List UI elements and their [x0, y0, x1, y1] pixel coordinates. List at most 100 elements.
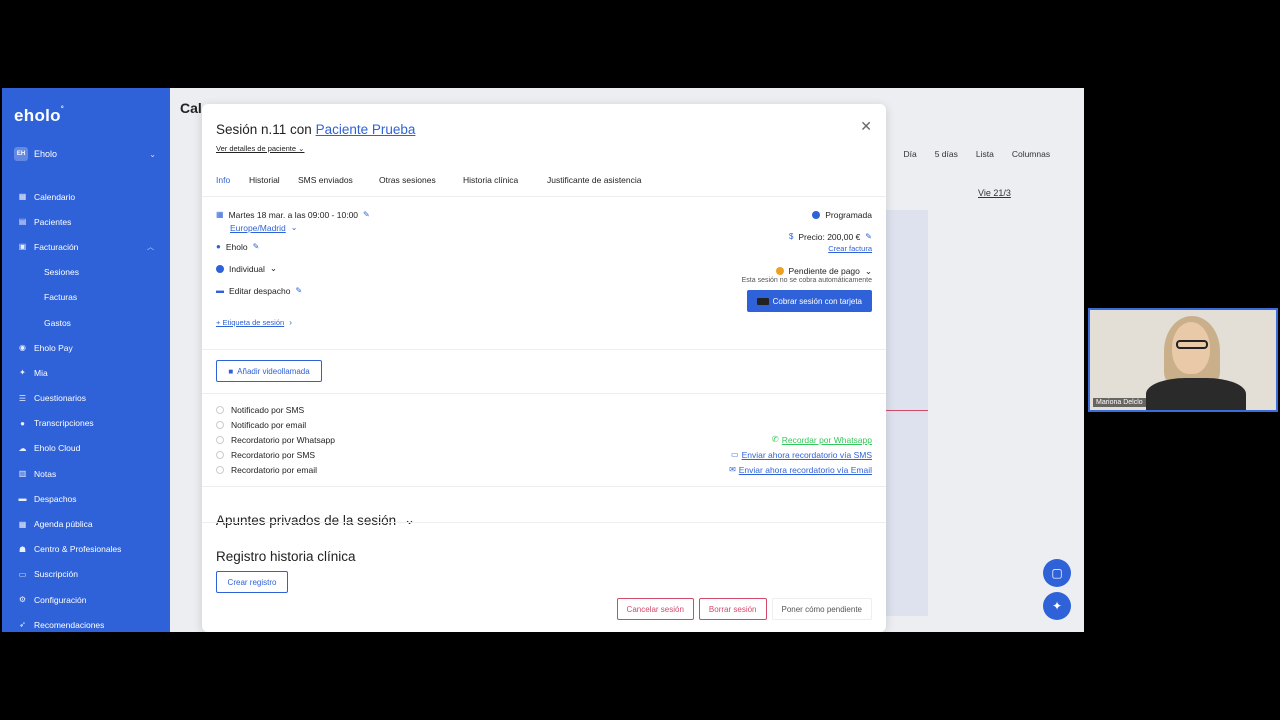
send-sms-reminder-link[interactable]: ▭ Enviar ahora recordatorio vía SMS — [729, 447, 872, 462]
clinical-record-heading: Registro historia clínica — [216, 549, 356, 564]
sidebar-item-gastos[interactable]: Gastos — [2, 310, 170, 335]
status-circle — [216, 420, 224, 429]
sidebar-item-agenda-publica[interactable]: ▦ Agenda pública — [2, 511, 170, 536]
app-window: eholo° EH Eholo ⌄ ▦ Calendario ▤ Pacientes… — [2, 88, 1084, 632]
create-invoice-link[interactable]: Crear factura — [742, 244, 872, 253]
sidebar: eholo° EH Eholo ⌄ ▦ Calendario ▤ Pacientes… — [2, 88, 170, 632]
status-circle — [216, 405, 224, 414]
questionnaire-icon: ☰ — [18, 393, 27, 403]
charge-card-button[interactable]: Cobrar sesión con tarjeta — [746, 290, 872, 312]
close-icon[interactable]: ✕ — [860, 118, 872, 135]
sidebar-item-recomendaciones[interactable]: ➶ Recomendaciones — [2, 612, 170, 632]
tab-info[interactable]: Info — [216, 175, 249, 185]
video-icon: ■ — [228, 366, 234, 376]
add-videocall-button[interactable]: ■ Añadir videollamada — [216, 360, 322, 382]
calendar-day-header[interactable]: Vie 21/3 — [978, 188, 1011, 198]
participant-body — [1146, 378, 1246, 410]
reminder-sms[interactable]: Recordatorio por SMS — [216, 447, 335, 462]
subscription-icon: ▭ — [18, 569, 27, 579]
create-record-button[interactable]: Crear registro — [216, 571, 288, 593]
delete-session-button[interactable]: Borrar sesión — [698, 598, 767, 620]
rocket-icon: ➶ — [19, 620, 26, 630]
view-day[interactable]: Día — [903, 149, 916, 159]
patient-link[interactable]: Paciente Prueba — [316, 122, 416, 137]
session-tag-link[interactable]: + Etiqueta de sesión › — [216, 315, 370, 330]
cancel-session-button[interactable]: Cancelar sesión — [616, 598, 694, 620]
tab-historia-clinica[interactable]: Historia clínica — [463, 175, 547, 185]
sparkle-icon: ✦ — [19, 368, 26, 378]
chevron-right-icon: › — [289, 318, 292, 327]
agenda-icon: ▦ — [18, 519, 27, 529]
payment-status-selector[interactable]: Pendiente de pago ⌄ — [742, 265, 872, 277]
reminder-email[interactable]: Recordatorio por email — [216, 462, 335, 477]
section-divider — [202, 522, 886, 523]
chevron-up-icon: ︿ — [147, 243, 154, 251]
session-modal: Sesión n.11 con Paciente Prueba ✕ Ver de… — [202, 104, 886, 632]
chat-button[interactable]: ▢ — [1043, 559, 1071, 587]
notification-sms[interactable]: Notificado por SMS — [216, 402, 335, 417]
sidebar-item-centro-profesionales[interactable]: ☗ Centro & Profesionales — [2, 537, 170, 562]
pencil-icon[interactable]: ✎ — [363, 210, 370, 219]
reminder-actions: ✆ Recordar por Whatsapp ▭ Enviar ahora rec… — [729, 432, 872, 477]
tab-historial[interactable]: Historial — [249, 175, 298, 185]
view-5-days[interactable]: 5 días — [935, 149, 958, 159]
sidebar-item-despachos[interactable]: ▬ Despachos — [2, 486, 170, 511]
section-divider — [202, 393, 886, 394]
sidebar-item-cuestionarios[interactable]: ☰ Cuestionarios — [2, 386, 170, 411]
sidebar-nav: ▦ Calendario ▤ Pacientes ▣ Facturación ︿ Ses… — [2, 184, 170, 632]
session-datetime[interactable]: ▦ Martes 18 mar. a las 09:00 - 10:00 ✎ — [216, 207, 370, 222]
sidebar-item-transcripciones[interactable]: ● Transcripciones — [2, 411, 170, 436]
session-type-selector[interactable]: Individual ⌄ — [216, 261, 370, 276]
sidebar-item-suscripcion[interactable]: ▭ Suscripción — [2, 562, 170, 587]
sidebar-item-pacientes[interactable]: ▤ Pacientes — [2, 209, 170, 234]
eholo-logo[interactable]: eholo° — [14, 106, 64, 126]
remind-whatsapp-link[interactable]: ✆ Recordar por Whatsapp — [729, 432, 872, 447]
status-circle — [216, 450, 224, 459]
session-professional[interactable]: ● Eholo ✎ — [216, 239, 370, 254]
chevron-down-icon: ⌄ — [290, 223, 298, 232]
ai-assistant-button[interactable]: ✦ — [1043, 592, 1071, 620]
session-price[interactable]: $ Precio: 200,00 € ✎ — [742, 229, 872, 244]
workspace-selector[interactable]: EH Eholo ⌄ — [14, 146, 156, 162]
chat-icon: ▢ — [1051, 566, 1063, 580]
sidebar-item-facturacion[interactable]: ▣ Facturación ︿ — [2, 234, 170, 259]
view-columns[interactable]: Columnas — [1012, 149, 1050, 159]
sidebar-item-sesiones[interactable]: Sesiones — [2, 260, 170, 285]
office-icon: ▬ — [18, 494, 27, 504]
set-pending-button[interactable]: Poner cómo pendiente — [771, 598, 872, 620]
payment-note: Esta sesión no se cobra automáticamente — [741, 277, 872, 284]
session-type-dot — [216, 264, 224, 273]
pending-dot — [775, 267, 784, 275]
reminder-whatsapp[interactable]: Recordatorio por Whatsapp — [216, 432, 335, 447]
tab-justificante[interactable]: Justificante de asistencia — [547, 175, 642, 185]
office-icon: ▬ — [216, 286, 224, 295]
view-list[interactable]: Lista — [976, 149, 994, 159]
private-notes-toggle[interactable]: Apuntes privados de la sesión ⌄ — [216, 512, 415, 528]
video-call-tile[interactable]: Mariona Delclo — [1088, 308, 1278, 412]
office-selector[interactable]: ▬ Editar despacho ✎ — [216, 283, 370, 298]
sidebar-item-mia[interactable]: ✦ Mia — [2, 360, 170, 385]
send-email-reminder-link[interactable]: ✉ Enviar ahora recordatorio vía Email — [729, 462, 872, 477]
participant-glasses — [1176, 340, 1208, 349]
sidebar-item-notas[interactable]: ▥ Notas — [2, 461, 170, 486]
chevron-down-icon: ⌄ — [864, 265, 872, 276]
calendar-view-switcher: na Día 5 días Lista Columnas — [876, 149, 1050, 159]
pencil-icon[interactable]: ✎ — [295, 286, 302, 295]
patient-details-link[interactable]: Ver detalles de paciente ⌄ — [216, 144, 304, 153]
check-circle-icon — [812, 210, 821, 219]
gear-icon: ⚙ — [18, 595, 27, 605]
tab-sms-enviados[interactable]: SMS enviados — [298, 175, 379, 185]
pencil-icon[interactable]: ✎ — [253, 242, 260, 251]
sidebar-item-eholo-pay[interactable]: ◉ Eholo Pay — [2, 335, 170, 360]
sidebar-item-facturas[interactable]: Facturas — [2, 285, 170, 310]
billing-icon: ▣ — [18, 242, 27, 252]
sidebar-item-calendario[interactable]: ▦ Calendario — [2, 184, 170, 209]
sidebar-item-configuracion[interactable]: ⚙ Configuración — [2, 587, 170, 612]
notification-email[interactable]: Notificado por email — [216, 417, 335, 432]
status-badge: Programada — [742, 207, 872, 222]
tabs-divider — [202, 196, 886, 197]
tab-otras-sesiones[interactable]: Otras sesiones — [379, 175, 463, 185]
sidebar-item-eholo-cloud[interactable]: ☁ Eholo Cloud — [2, 436, 170, 461]
pencil-icon[interactable]: ✎ — [865, 232, 872, 241]
timezone-selector[interactable]: Europe/Madrid ⌄ — [230, 222, 370, 233]
